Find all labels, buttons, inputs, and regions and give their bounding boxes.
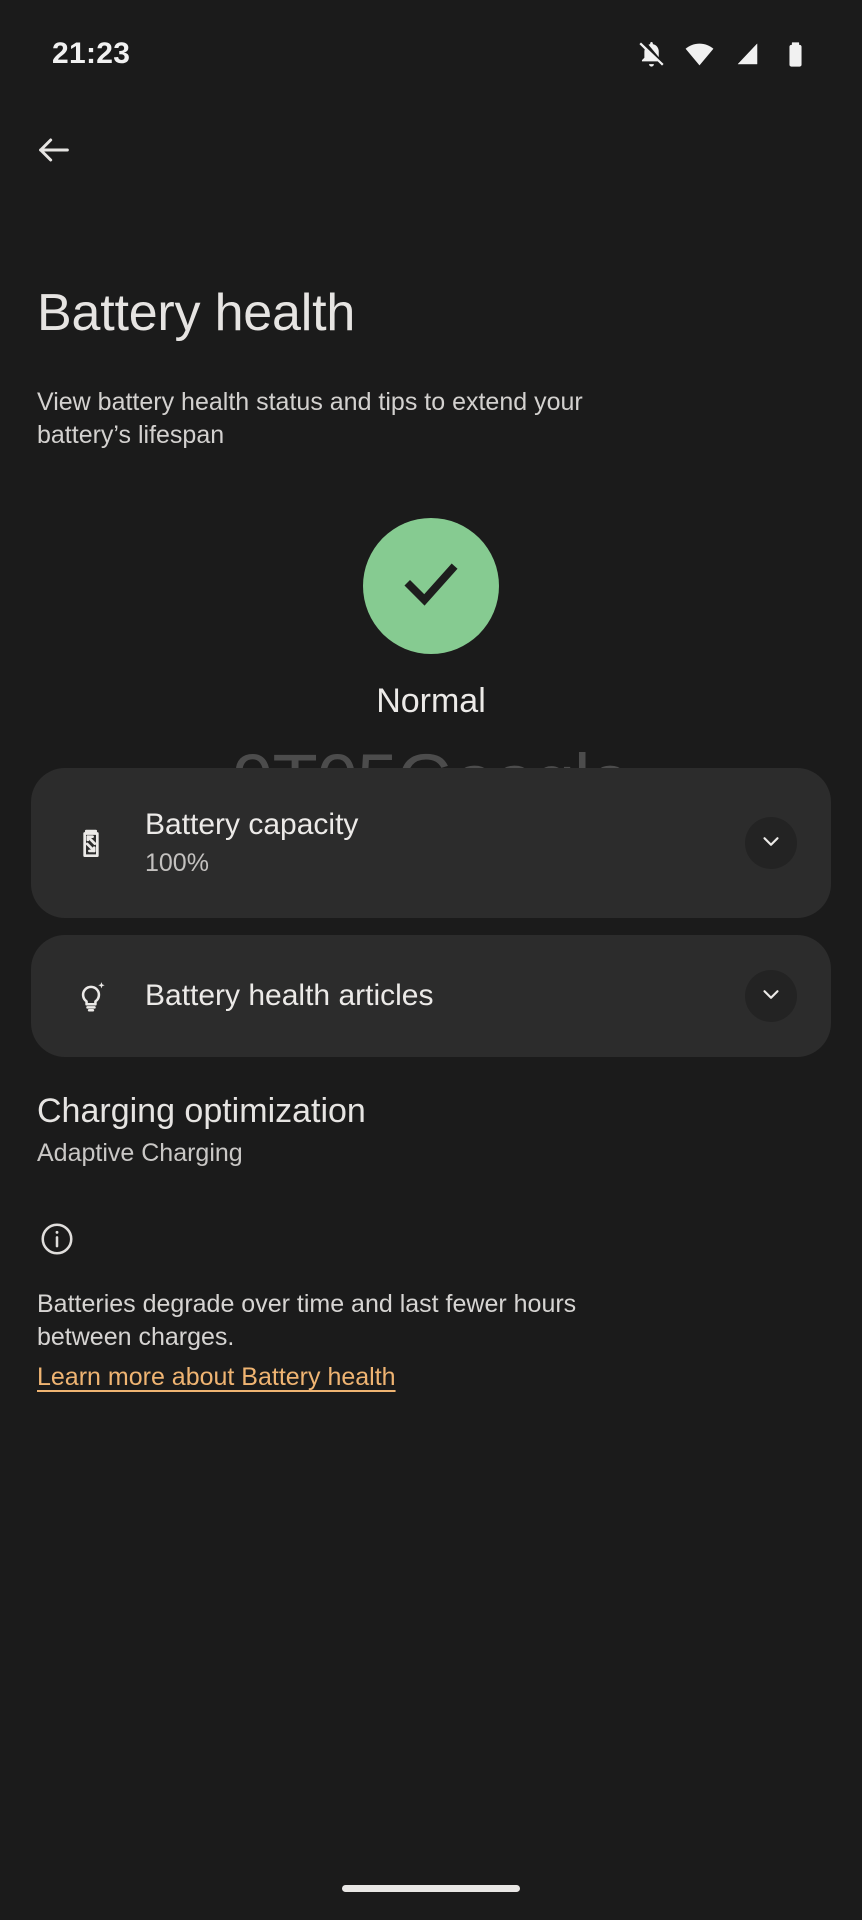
check-icon [395,548,467,625]
battery-icon [781,40,810,69]
info-icon [38,1220,76,1263]
battery-capacity-text: Battery capacity 100% [117,808,745,878]
back-arrow-icon [34,130,74,175]
status-bar: 21:23 [0,0,862,108]
lightbulb-sparkle-icon [65,977,117,1015]
cellular-signal-icon [733,40,762,69]
battery-health-screen: 21:23 Battery health View battery health… [0,0,862,1920]
chevron-down-icon [758,828,784,859]
page-subtitle: View battery health status and tips to e… [37,388,583,449]
battery-capacity-title: Battery capacity [145,808,359,842]
wifi-icon [685,40,714,69]
battery-capacity-card[interactable]: Battery capacity 100% [31,768,831,918]
chevron-down-icon [758,981,784,1012]
back-button[interactable] [26,124,82,180]
battery-health-articles-text: Battery health articles [117,979,745,1014]
status-label: Normal [376,682,486,720]
gesture-nav-handle[interactable] [342,1885,520,1892]
battery-health-articles-expand-button[interactable] [745,970,797,1022]
battery-status-indicator: Normal [0,518,862,721]
status-bar-clock: 21:23 [52,37,131,70]
battery-capacity-value: 100% [145,848,209,877]
learn-more-link[interactable]: Learn more about Battery health [37,1363,396,1392]
status-bar-icons [637,40,810,69]
charging-optimization-item[interactable]: Charging optimization Adaptive Charging [37,1092,366,1168]
battery-change-icon [65,824,117,862]
charging-optimization-value: Adaptive Charging [37,1139,243,1167]
ringer-off-icon [637,40,666,69]
battery-health-articles-card[interactable]: Battery health articles [31,935,831,1057]
footer-note: Batteries degrade over time and last few… [37,1290,577,1351]
page-title: Battery health [37,284,356,342]
status-circle [363,518,499,654]
battery-capacity-expand-button[interactable] [745,817,797,869]
battery-health-articles-title: Battery health articles [145,978,434,1012]
charging-optimization-title: Charging optimization [37,1092,366,1130]
